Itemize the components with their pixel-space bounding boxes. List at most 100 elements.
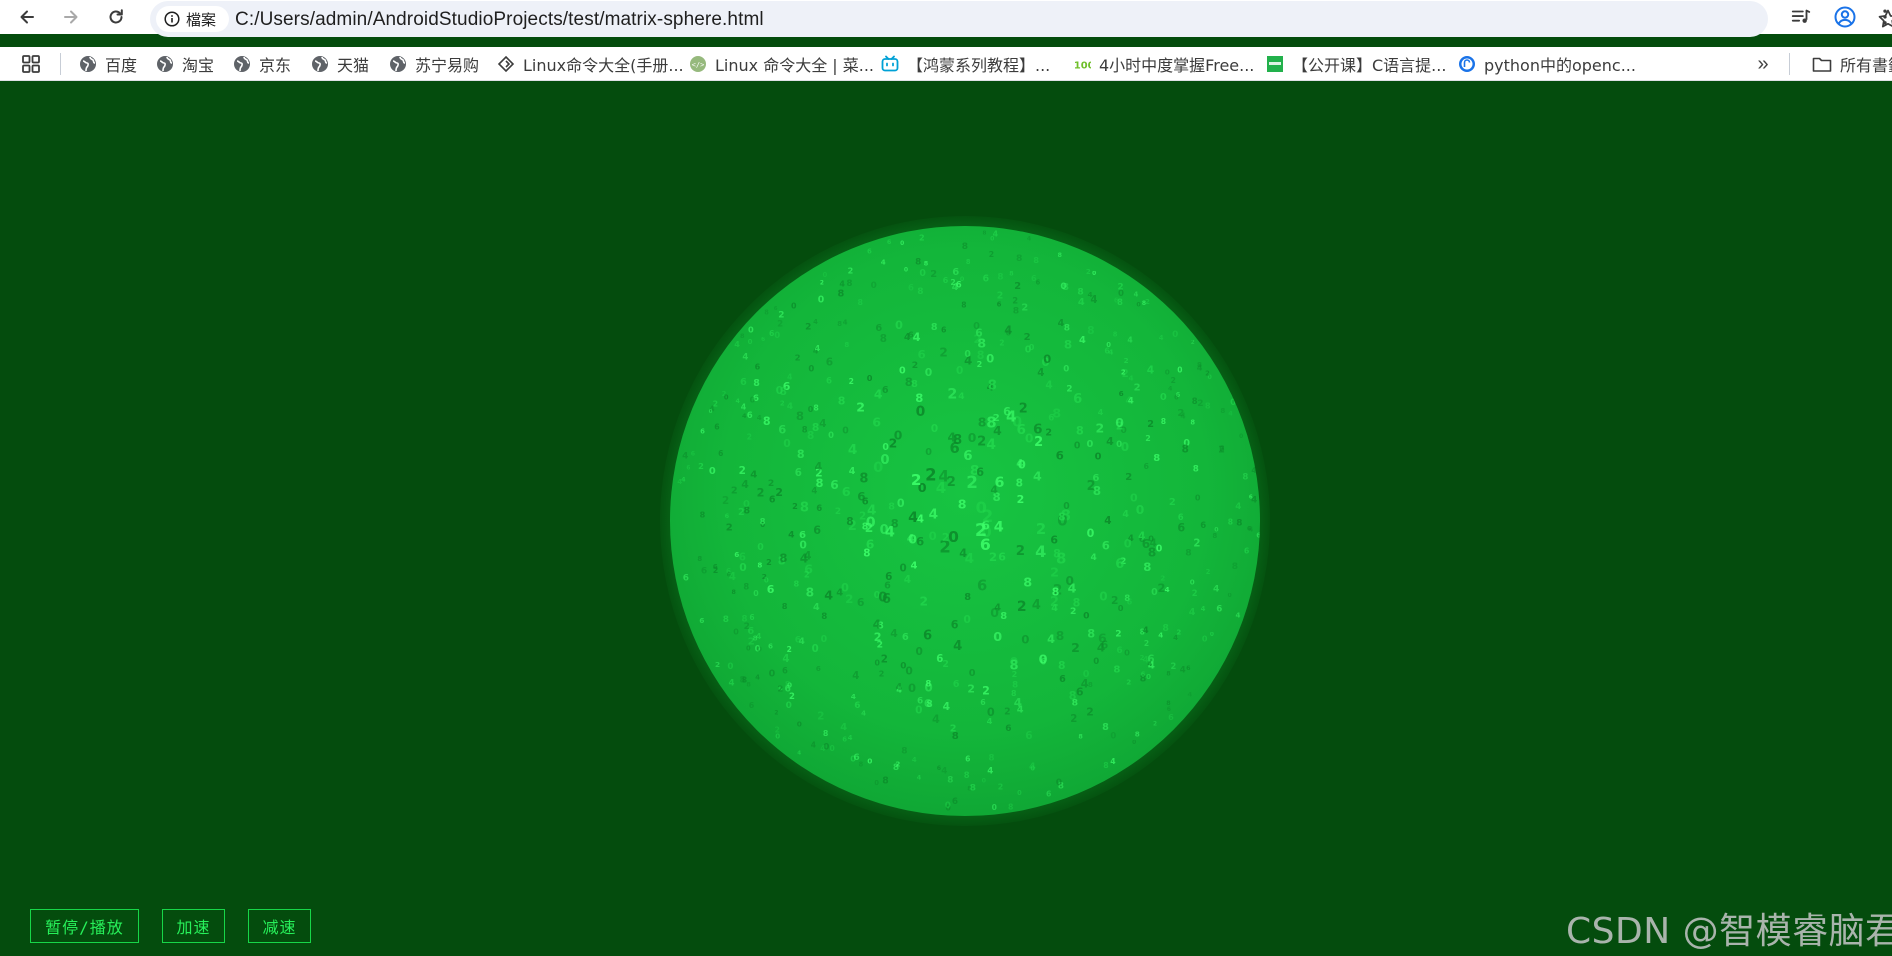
linux-diamond-icon xyxy=(497,55,515,73)
bookmark-jd[interactable]: 京东 xyxy=(233,47,291,81)
sphere-digit: 0 xyxy=(1190,578,1195,587)
site-info-chip[interactable]: 檔案 xyxy=(156,6,229,32)
sphere-digit: 4 xyxy=(936,479,947,497)
globe-icon xyxy=(79,55,97,73)
sphere-digit: 0 xyxy=(1087,439,1094,450)
sphere-digit: 0 xyxy=(1195,492,1201,502)
sphere-digit: 8 xyxy=(1228,518,1233,527)
url-text[interactable]: C:/Users/admin/AndroidStudioProjects/tes… xyxy=(235,9,764,31)
sphere-digit: 2 xyxy=(998,783,1004,792)
sphere-digit: 6 xyxy=(1003,406,1011,419)
sphere-digit: 0 xyxy=(990,605,999,620)
sphere-digit: 0 xyxy=(1099,589,1107,603)
sphere-digit: 6 xyxy=(1219,444,1224,453)
bookmark-freertos[interactable]: 100 4小时中度掌握Free... xyxy=(1073,47,1255,81)
sphere-digit: 2 xyxy=(1016,544,1025,559)
sphere-digit: 0 xyxy=(905,664,912,677)
sphere-digit: 6 xyxy=(782,666,788,676)
sphere-digit: 4 xyxy=(1032,598,1041,613)
sphere-digit: 8 xyxy=(989,754,995,764)
bookmark-baidu[interactable]: 百度 xyxy=(79,47,137,81)
media-control-button[interactable] xyxy=(1788,4,1814,30)
sphere-digit: 6 xyxy=(691,451,695,458)
sphere-digit: 4 xyxy=(1045,380,1052,392)
sphere-digit: 8 xyxy=(1008,803,1013,812)
sphere-digit: 4 xyxy=(1097,640,1105,654)
address-bar[interactable]: 檔案 C:/Users/admin/AndroidStudioProjects/… xyxy=(150,1,1892,37)
sphere-digit: 2 xyxy=(989,250,994,259)
sphere-digit: 0 xyxy=(774,331,780,341)
sphere-digit: 4 xyxy=(741,478,749,491)
sphere-digit: 4 xyxy=(836,587,843,598)
sphere-digit: 2 xyxy=(792,501,798,511)
sphere-digit: 6 xyxy=(701,566,707,576)
sphere-digit: 4 xyxy=(736,398,741,405)
sphere-digit: 8 xyxy=(1185,547,1191,558)
sphere-digit: 4 xyxy=(1213,583,1219,594)
profile-button[interactable] xyxy=(1832,4,1858,30)
sphere-digit: 2 xyxy=(789,692,795,702)
bookmark-taobao[interactable]: 淘宝 xyxy=(156,47,214,81)
bookmark-python-opencv[interactable]: python中的openc... xyxy=(1458,47,1636,81)
back-button[interactable] xyxy=(12,0,42,34)
sphere-digit: 6 xyxy=(1040,658,1046,668)
sphere-digit: 8 xyxy=(1056,629,1065,643)
sphere-digit: 8 xyxy=(844,341,849,349)
slow-down-button[interactable]: 减速 xyxy=(248,909,311,943)
sphere-digit: 6 xyxy=(853,753,859,763)
sphere-digit: 2 xyxy=(835,507,841,517)
sphere-digit: 6 xyxy=(714,422,719,431)
sphere-digit: 2 xyxy=(780,399,785,407)
sphere-digit: 4 xyxy=(757,414,762,422)
sphere-digit: 0 xyxy=(1010,655,1018,669)
more-bookmarks-chevron-icon[interactable]: » xyxy=(1752,53,1774,75)
sphere-digit: 4 xyxy=(1143,626,1149,636)
bookmark-linux-manual[interactable]: Linux命令大全(手册... xyxy=(497,47,684,81)
apps-grid-icon[interactable] xyxy=(21,54,41,74)
sphere-digit: 6 xyxy=(998,551,1006,564)
sphere-digit: 6 xyxy=(795,636,801,646)
bookmarks-bar: 百度 淘宝 京东 天猫 苏宁易购 Linux命令大全(手册... </> Lin… xyxy=(0,47,1892,81)
bookmark-linux-runoob[interactable]: </> Linux 命令大全 | 菜... xyxy=(689,47,874,81)
sphere-digit: 4 xyxy=(1079,335,1086,346)
bookmark-c-course[interactable]: 【公开课】C语言提... xyxy=(1266,47,1446,81)
kebab-menu-icon xyxy=(1883,9,1887,25)
pause-play-button[interactable]: 暂停/播放 xyxy=(30,909,139,943)
sphere-digit: 2 xyxy=(1071,640,1080,655)
sphere-digit: 8 xyxy=(1135,730,1140,739)
speed-up-button[interactable]: 加速 xyxy=(162,909,225,943)
sphere-digit: 4 xyxy=(1197,363,1203,373)
bookmark-suning[interactable]: 苏宁易购 xyxy=(389,47,479,81)
sphere-digit: 4 xyxy=(1078,297,1085,308)
sphere-digit: 0 xyxy=(1239,434,1243,440)
bookmark-label: 百度 xyxy=(105,56,138,75)
sphere-digit: 0 xyxy=(776,384,784,397)
sphere-digit: 0 xyxy=(867,757,872,766)
forward-button[interactable] xyxy=(56,0,86,34)
sphere-digit: 2 xyxy=(1124,356,1129,365)
sphere-digit: 6 xyxy=(816,664,821,673)
sphere-digit: 8 xyxy=(1033,255,1039,265)
sphere-digit: 4 xyxy=(1104,515,1111,527)
sphere-digit: 8 xyxy=(740,676,746,686)
sphere-digit: 4 xyxy=(965,551,975,567)
reload-button[interactable] xyxy=(101,0,131,34)
sphere-digit: 6 xyxy=(1177,522,1185,535)
sphere-digit: 4 xyxy=(742,353,748,363)
sphere-digit: 4 xyxy=(1016,459,1023,470)
all-bookmarks-button[interactable]: 所有書籤 xyxy=(1812,47,1892,81)
sphere-digit: 2 xyxy=(774,711,778,717)
sphere-digit: 0 xyxy=(757,542,764,553)
sphere-digit: 6 xyxy=(983,273,990,284)
sphere-digit: 6 xyxy=(842,485,851,500)
sphere-digit: 0 xyxy=(733,628,739,637)
sphere-digit: 4 xyxy=(1147,364,1154,377)
bookmark-harmony[interactable]: 【鸿蒙系列教程】... xyxy=(881,47,1050,81)
sphere-digit: 8 xyxy=(1113,664,1120,675)
more-menu-button[interactable] xyxy=(1872,4,1892,30)
bookmark-tmall[interactable]: 天猫 xyxy=(311,47,369,81)
sphere-digit: 8 xyxy=(1058,511,1065,523)
sphere-digit: 2 xyxy=(1197,399,1203,409)
sphere-digit: 8 xyxy=(858,298,864,307)
sphere-digit: 6 xyxy=(1025,730,1032,742)
